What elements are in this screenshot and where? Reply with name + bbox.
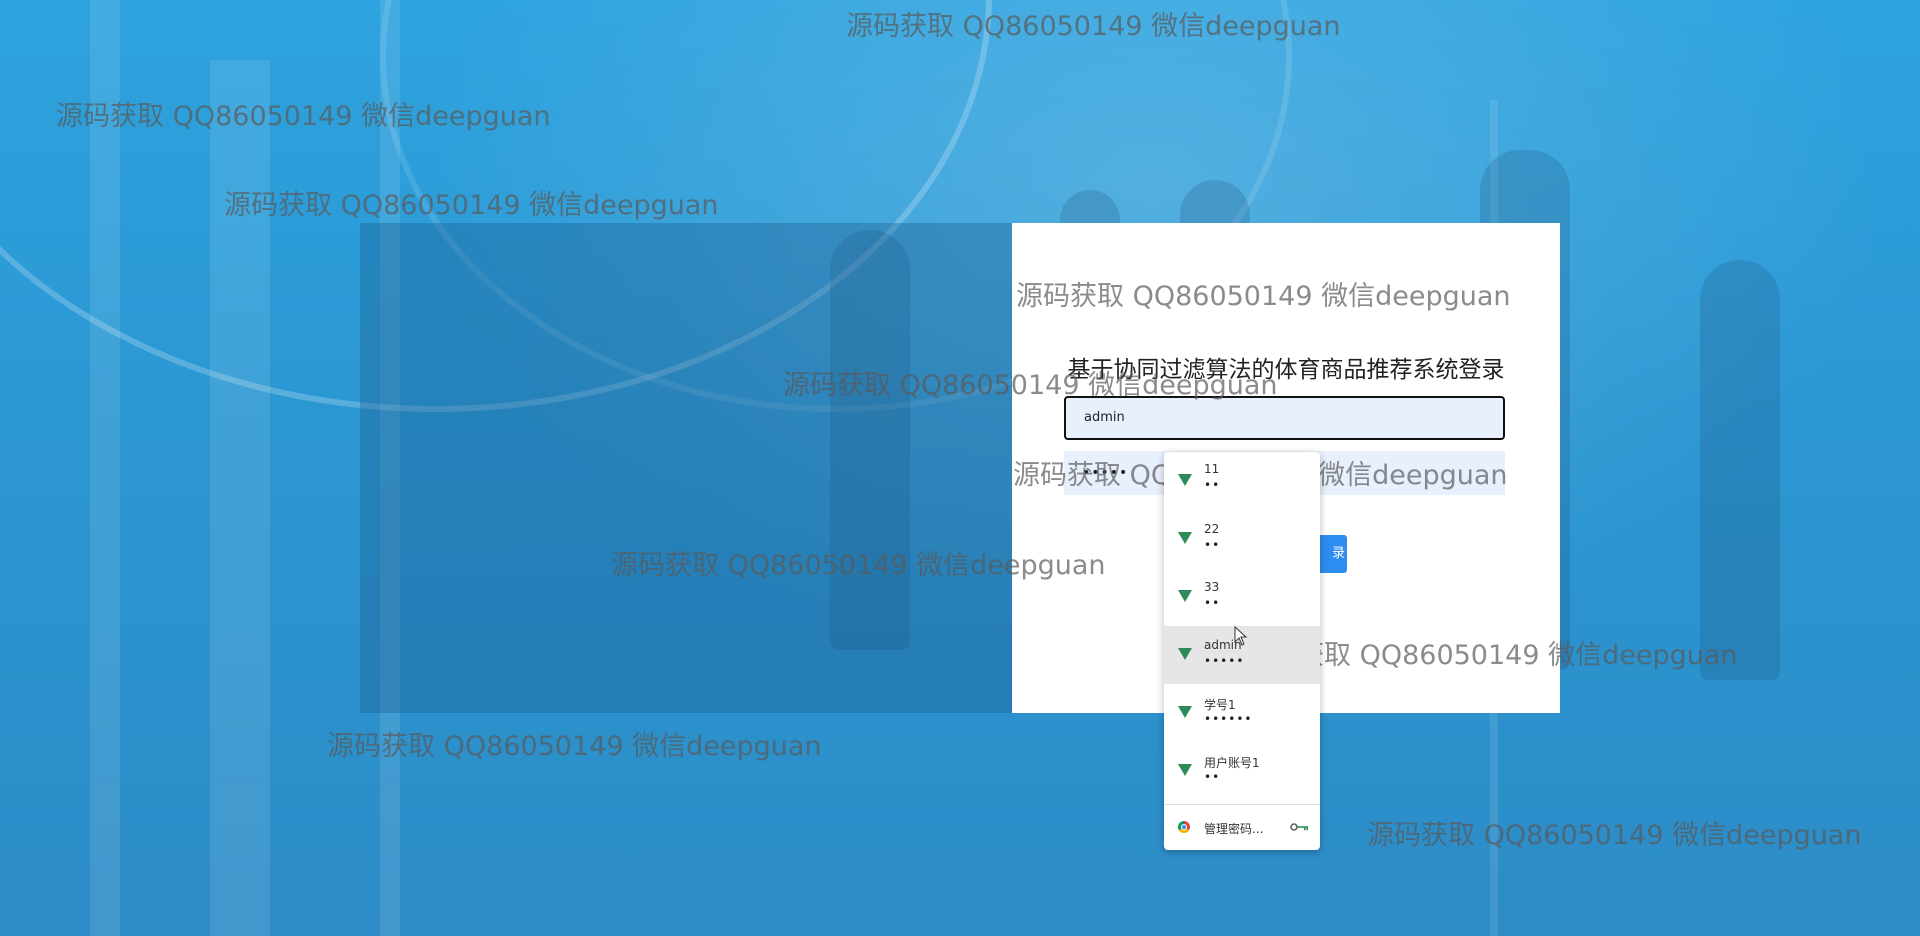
vue-logo-icon bbox=[1178, 532, 1192, 544]
watermark: 源码获取 QQ86050149 微信deepguan bbox=[56, 101, 551, 132]
autocomplete-item[interactable]: 33 •• bbox=[1164, 568, 1320, 626]
autocomplete-item[interactable]: 11 •• bbox=[1164, 452, 1320, 510]
autocomplete-password-mask: •• bbox=[1204, 770, 1221, 784]
autocomplete-password-mask: •• bbox=[1204, 478, 1221, 492]
password-autocomplete-dropdown: 11 •• 22 •• 33 •• admin ••••• 学号1 ••••••… bbox=[1164, 452, 1320, 850]
autocomplete-username: 33 bbox=[1204, 580, 1220, 594]
autocomplete-password-mask: ••••• bbox=[1204, 654, 1245, 668]
watermark: 源码获取 QQ86050149 微信deepguan bbox=[224, 190, 719, 221]
autocomplete-item[interactable]: 用户账号1 •• bbox=[1164, 742, 1320, 800]
key-icon bbox=[1290, 823, 1308, 831]
username-input[interactable]: admin bbox=[1064, 396, 1505, 440]
mouse-cursor-icon bbox=[1234, 626, 1248, 646]
chrome-icon bbox=[1178, 821, 1190, 833]
autocomplete-item[interactable]: 学号1 •••••• bbox=[1164, 684, 1320, 742]
autocomplete-username: 用户账号1 bbox=[1204, 756, 1260, 770]
manage-passwords-label: 管理密码... bbox=[1204, 822, 1264, 836]
watermark: 源码获取 QQ86050149 微信deepguan bbox=[783, 370, 1278, 401]
autocomplete-password-mask: •••••• bbox=[1204, 712, 1253, 726]
watermark: 源码获取 QQ86050149 微信deepguan bbox=[611, 550, 1106, 581]
vue-logo-icon bbox=[1178, 706, 1192, 718]
autocomplete-username: 11 bbox=[1204, 462, 1220, 476]
autocomplete-password-mask: •• bbox=[1204, 538, 1221, 552]
autocomplete-password-mask: •• bbox=[1204, 596, 1221, 610]
vue-logo-icon bbox=[1178, 474, 1192, 486]
watermark: 源码获取 QQ86050149 微信deepguan bbox=[1367, 820, 1862, 851]
autocomplete-item[interactable]: 22 •• bbox=[1164, 510, 1320, 568]
watermark: 源码获取 QQ86050149 微信deepguan bbox=[1016, 281, 1511, 312]
login-left-panel bbox=[360, 223, 1012, 713]
autocomplete-username: 学号1 bbox=[1204, 698, 1236, 712]
vue-logo-icon bbox=[1178, 590, 1192, 602]
manage-passwords-item[interactable]: 管理密码... bbox=[1164, 805, 1320, 850]
watermark: 源码获取 QQ86050149 微信deepguan bbox=[327, 731, 822, 762]
vue-logo-icon bbox=[1178, 648, 1192, 660]
vue-logo-icon bbox=[1178, 764, 1192, 776]
watermark: 源码获取 QQ86050149 微信deepguan bbox=[846, 11, 1341, 42]
autocomplete-username: 22 bbox=[1204, 522, 1220, 536]
